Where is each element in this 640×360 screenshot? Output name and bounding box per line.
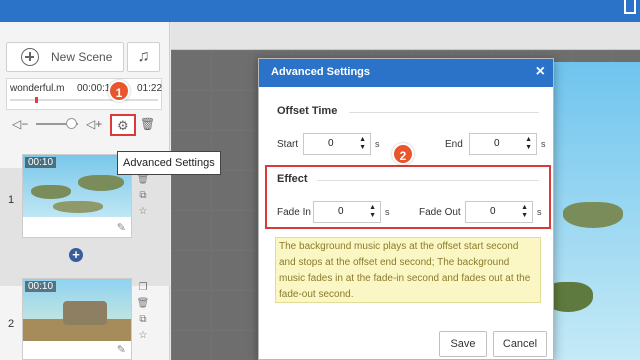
dialog-title-bar: Advanced Settings × <box>259 59 553 87</box>
close-icon[interactable]: × <box>536 63 545 81</box>
top-bar <box>0 0 640 22</box>
spinner-arrows-icon[interactable]: ▲ ▼ <box>369 204 376 220</box>
music-list-icon[interactable]: ♫ <box>127 42 160 72</box>
scene-side-icons: ❐ 🗑 ⧉ ☆ <box>136 280 150 344</box>
volume-down-icon[interactable]: ◁− <box>12 117 28 131</box>
fade-out-input[interactable]: 0 ▲ ▼ <box>465 201 533 223</box>
end-input[interactable]: 0 ▲ ▼ <box>469 133 537 155</box>
island-shape <box>53 201 103 213</box>
help-note: The background music plays at the offset… <box>275 237 541 303</box>
divider <box>317 180 539 181</box>
start-unit: s <box>375 139 380 149</box>
step-badge-1: 1 <box>108 80 130 102</box>
spinner-arrows-icon[interactable]: ▲ ▼ <box>359 136 366 152</box>
volume-slider-handle[interactable] <box>66 118 77 129</box>
dialog-title: Advanced Settings <box>271 66 371 78</box>
gear-icon: ⚙ <box>117 118 129 133</box>
effect-heading: Effect <box>277 173 308 185</box>
edit-pencil-icon[interactable]: ✎ <box>117 221 126 234</box>
trash-icon[interactable]: 🗑 <box>140 117 155 131</box>
fade-out-label: Fade Out <box>419 207 461 218</box>
fade-in-value: 0 <box>338 206 344 217</box>
divider <box>349 112 539 113</box>
spinner-arrows-icon[interactable]: ▲ ▼ <box>521 204 528 220</box>
advanced-settings-dialog: Advanced Settings × Offset Time Start 0 … <box>258 58 554 360</box>
end-value: 0 <box>494 138 500 149</box>
scene-duration: 00:10 <box>25 157 57 168</box>
step-badge-2: 2 <box>392 143 414 165</box>
offset-time-heading: Offset Time <box>277 105 338 117</box>
music-item[interactable]: wonderful.m 00:00:1 01:22 <box>6 78 162 110</box>
scene-number: 1 <box>8 194 15 206</box>
fade-out-unit: s <box>537 207 542 217</box>
star-icon[interactable]: ☆ <box>136 204 150 220</box>
scene-thumbnail[interactable]: 00:10 ✎ <box>22 278 132 360</box>
music-controls: ◁− ◁+ ⚙ 🗑 <box>6 114 162 136</box>
spinner-arrows-icon[interactable]: ▲ ▼ <box>525 136 532 152</box>
start-input[interactable]: 0 ▲ ▼ <box>303 133 371 155</box>
music-end-time: 01:22 <box>137 83 163 94</box>
advanced-settings-button[interactable]: ⚙ <box>110 114 136 136</box>
fade-out-value: 0 <box>490 206 496 217</box>
add-scene-icon[interactable]: + <box>69 248 83 262</box>
advanced-settings-tooltip: Advanced Settings <box>117 151 221 175</box>
ruins-shape <box>63 301 107 325</box>
save-button[interactable]: Save <box>439 331 487 357</box>
scene-number: 2 <box>8 318 15 330</box>
copy-icon[interactable]: ❐ <box>136 280 150 296</box>
cancel-button[interactable]: Cancel <box>493 331 547 357</box>
home-icon[interactable] <box>624 0 636 14</box>
island-shape <box>563 202 623 228</box>
fade-in-input[interactable]: 0 ▲ ▼ <box>313 201 381 223</box>
add-circle-icon <box>21 48 39 66</box>
stage-header <box>171 22 640 50</box>
island-shape <box>553 282 593 312</box>
end-unit: s <box>541 139 546 149</box>
trash-icon[interactable]: 🗑 <box>136 296 150 312</box>
duplicate-icon[interactable]: ⧉ <box>136 188 150 204</box>
volume-up-icon[interactable]: ◁+ <box>86 117 102 131</box>
fade-in-label: Fade In <box>277 207 311 218</box>
new-scene-button[interactable]: New Scene <box>6 42 124 72</box>
scene-duration: 00:10 <box>25 281 57 292</box>
stage-scene-preview <box>553 62 640 360</box>
star-icon[interactable]: ☆ <box>136 328 150 344</box>
new-scene-label: New Scene <box>51 50 113 64</box>
music-timeline <box>10 99 158 101</box>
music-start-time: 00:00:1 <box>77 83 111 94</box>
island-shape <box>78 175 124 191</box>
end-label: End <box>445 139 463 150</box>
edit-pencil-icon[interactable]: ✎ <box>117 343 126 356</box>
start-label: Start <box>277 139 299 150</box>
scene-thumbnail[interactable]: 00:10 ✎ <box>22 154 132 238</box>
music-position-marker[interactable] <box>35 97 38 103</box>
music-name: wonderful.m <box>10 83 65 94</box>
duplicate-icon[interactable]: ⧉ <box>136 312 150 328</box>
fade-in-unit: s <box>385 207 390 217</box>
start-value: 0 <box>328 138 334 149</box>
island-shape <box>31 185 71 199</box>
